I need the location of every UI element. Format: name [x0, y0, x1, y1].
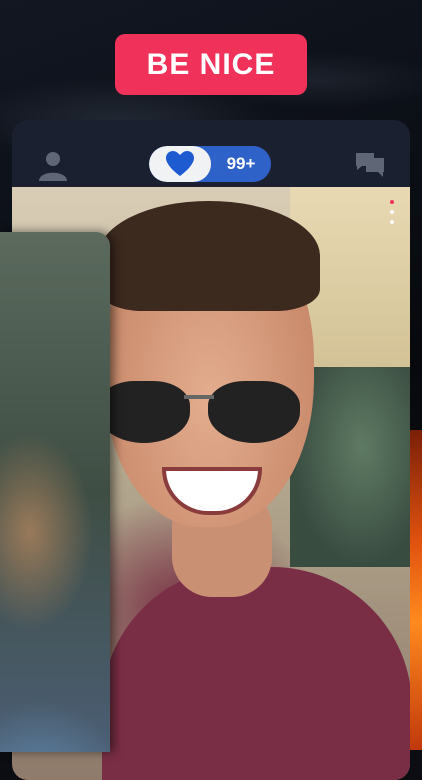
- photo-pagination-dots[interactable]: [388, 200, 396, 240]
- sunglasses-lens-right: [208, 381, 300, 443]
- photo-shirt: [102, 567, 410, 780]
- photo-hair: [98, 201, 320, 311]
- dot: [390, 220, 394, 224]
- top-bar: 99+: [12, 120, 410, 186]
- chat-bubbles-icon: [356, 153, 384, 177]
- next-profile-card[interactable]: [0, 232, 110, 752]
- heart-zone: [149, 146, 211, 182]
- heart-icon: [166, 151, 194, 176]
- dot-active: [390, 200, 394, 204]
- likes-count: 99+: [226, 154, 256, 173]
- chat-button[interactable]: [354, 150, 386, 180]
- person-icon: [39, 152, 67, 181]
- likes-button[interactable]: 99+: [149, 146, 271, 182]
- sunglasses-lens-left: [98, 381, 190, 443]
- dot: [390, 210, 394, 214]
- profile-button[interactable]: [36, 148, 70, 182]
- be-nice-banner: BE NICE: [115, 34, 307, 95]
- sunglasses-bridge: [184, 395, 214, 399]
